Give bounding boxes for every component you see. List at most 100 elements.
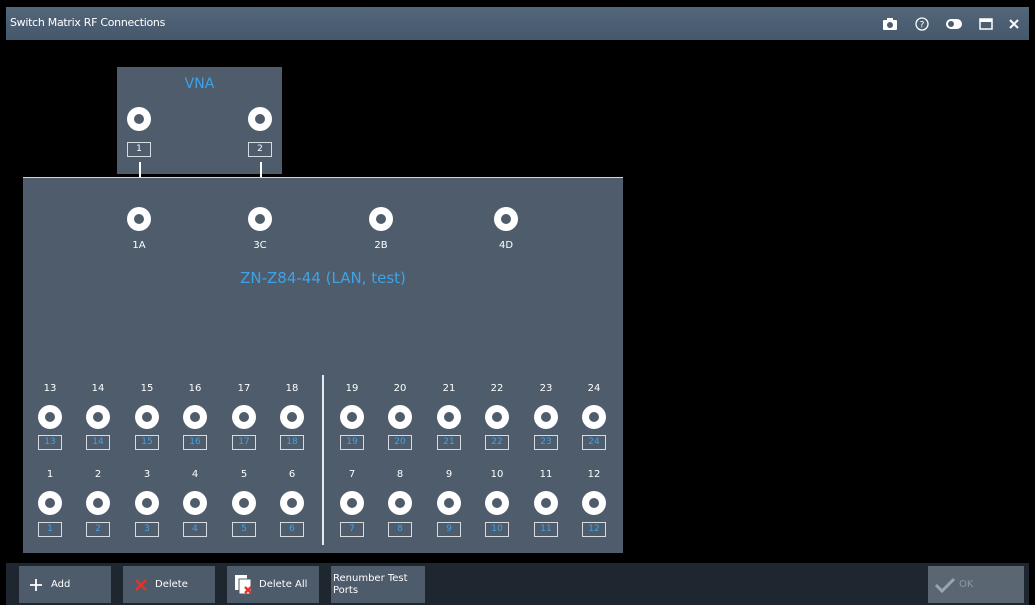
test-port-connector[interactable]: [534, 491, 558, 515]
test-port-number-box[interactable]: 17: [232, 435, 256, 450]
test-port-connector[interactable]: [232, 491, 256, 515]
test-port-number-box[interactable]: 15: [135, 435, 159, 450]
add-label: Add: [51, 579, 71, 590]
test-port-number-box[interactable]: 5: [232, 522, 256, 537]
renumber-label-line2: Ports: [333, 584, 359, 596]
svg-text:?: ?: [920, 21, 925, 31]
switch-test-port-number: 1: [46, 469, 54, 480]
switch-port-name: 3C: [253, 240, 267, 251]
vna-port-1-connector[interactable]: [127, 107, 151, 131]
test-port-connector[interactable]: [135, 491, 159, 515]
delete-all-button[interactable]: Delete All: [227, 566, 319, 603]
test-port-number-box[interactable]: 2: [86, 522, 110, 537]
switch-test-port-number: 19: [345, 383, 359, 394]
maximize-icon[interactable]: [976, 14, 996, 34]
test-port-connector[interactable]: [86, 405, 110, 429]
switch-test-port-number: 15: [140, 383, 154, 394]
test-port-connector[interactable]: [340, 405, 364, 429]
switch-port-name: 4D: [498, 240, 514, 251]
switch-matrix-block[interactable]: 1A 3C 2B 4D ZN-Z84-44 (LAN, test) 13 13 14…: [23, 177, 623, 553]
test-port-connector[interactable]: [280, 405, 304, 429]
ok-button[interactable]: OK: [928, 566, 1024, 603]
title-bar: Switch Matrix RF Connections ?: [6, 7, 1029, 40]
switch-port-1a-connector[interactable]: [127, 207, 151, 231]
test-port-number-box[interactable]: 7: [340, 522, 364, 537]
test-port-number-box[interactable]: 13: [38, 435, 62, 450]
add-button[interactable]: Add: [19, 566, 111, 603]
plus-icon: [30, 578, 42, 591]
test-port-connector[interactable]: [38, 491, 62, 515]
test-port-number-box[interactable]: 12: [582, 522, 606, 537]
switch-port-4d-connector[interactable]: [494, 207, 518, 231]
renumber-test-ports-button[interactable]: Renumber Test Ports: [331, 566, 425, 603]
close-icon[interactable]: [1004, 14, 1024, 34]
test-port-connector[interactable]: [437, 405, 461, 429]
switch-test-port-number: 18: [285, 383, 299, 394]
switch-test-port-number: 4: [191, 469, 199, 480]
test-port-connector[interactable]: [340, 491, 364, 515]
test-port-number-box[interactable]: 20: [388, 435, 412, 450]
switch-port-name: 2B: [374, 240, 388, 251]
test-port-number-box[interactable]: 18: [280, 435, 304, 450]
test-port-connector[interactable]: [485, 491, 509, 515]
vna-port-2-label: 2: [248, 142, 272, 157]
switch-test-port-number: 3: [143, 469, 151, 480]
test-port-connector[interactable]: [582, 491, 606, 515]
test-port-connector[interactable]: [232, 405, 256, 429]
switch-port-2b-connector[interactable]: [369, 207, 393, 231]
test-port-number-box[interactable]: 21: [437, 435, 461, 450]
test-port-connector[interactable]: [38, 405, 62, 429]
test-port-number-box[interactable]: 24: [582, 435, 606, 450]
test-port-number-box[interactable]: 8: [388, 522, 412, 537]
test-port-number-box[interactable]: 4: [183, 522, 207, 537]
switch-test-port-number: 9: [445, 469, 453, 480]
test-port-connector[interactable]: [582, 405, 606, 429]
test-port-number-box[interactable]: 22: [485, 435, 509, 450]
delete-all-icon: [235, 574, 252, 594]
test-port-connector[interactable]: [280, 491, 304, 515]
connection-canvas: VNA 1 2 1A 3C 2B 4D ZN-Z84-44 (LAN, test…: [6, 40, 1029, 563]
test-port-connector[interactable]: [534, 405, 558, 429]
test-port-number-box[interactable]: 16: [183, 435, 207, 450]
switch-port-name: 1A: [132, 240, 146, 251]
test-port-number-box[interactable]: 19: [340, 435, 364, 450]
test-port-number-box[interactable]: 10: [485, 522, 509, 537]
test-port-connector[interactable]: [86, 491, 110, 515]
delete-x-icon: [135, 578, 147, 591]
test-port-connector[interactable]: [183, 491, 207, 515]
switch-test-port-number: 16: [188, 383, 202, 394]
test-port-number-box[interactable]: 6: [280, 522, 304, 537]
switch-port-3c-connector[interactable]: [248, 207, 272, 231]
test-port-connector[interactable]: [183, 405, 207, 429]
test-port-number-box[interactable]: 3: [135, 522, 159, 537]
test-port-connector[interactable]: [388, 491, 412, 515]
switch-test-port-number: 12: [587, 469, 601, 480]
test-port-connector[interactable]: [388, 405, 412, 429]
test-port-number-box[interactable]: 1: [38, 522, 62, 537]
test-port-connector[interactable]: [135, 405, 159, 429]
switch-test-port-number: 8: [396, 469, 404, 480]
vna-port-2-connector[interactable]: [248, 107, 272, 131]
switch-test-port-number: 21: [442, 383, 456, 394]
switch-test-port-number: 5: [240, 469, 248, 480]
delete-label: Delete: [155, 579, 188, 590]
test-port-connector[interactable]: [485, 405, 509, 429]
test-port-number-box[interactable]: 9: [437, 522, 461, 537]
switch-test-port-number: 20: [393, 383, 407, 394]
vna-block[interactable]: VNA 1 2: [117, 67, 282, 174]
test-port-number-box[interactable]: 11: [534, 522, 558, 537]
test-port-connector[interactable]: [437, 491, 461, 515]
switch-test-port-number: 22: [490, 383, 504, 394]
help-icon[interactable]: ?: [912, 14, 932, 34]
test-port-number-box[interactable]: 23: [534, 435, 558, 450]
window-title: Switch Matrix RF Connections: [10, 16, 166, 29]
switch-matrix-dialog: Switch Matrix RF Connections ? VNA 1 2 1…: [6, 7, 1029, 605]
switch-test-port-number: 11: [539, 469, 553, 480]
test-port-number-box[interactable]: 14: [86, 435, 110, 450]
camera-icon[interactable]: [880, 14, 900, 34]
delete-button[interactable]: Delete: [123, 566, 215, 603]
checkmark-icon: [934, 577, 956, 593]
toggle-icon[interactable]: [944, 14, 964, 34]
switch-test-port-number: 6: [288, 469, 296, 480]
switch-test-port-number: 7: [348, 469, 356, 480]
